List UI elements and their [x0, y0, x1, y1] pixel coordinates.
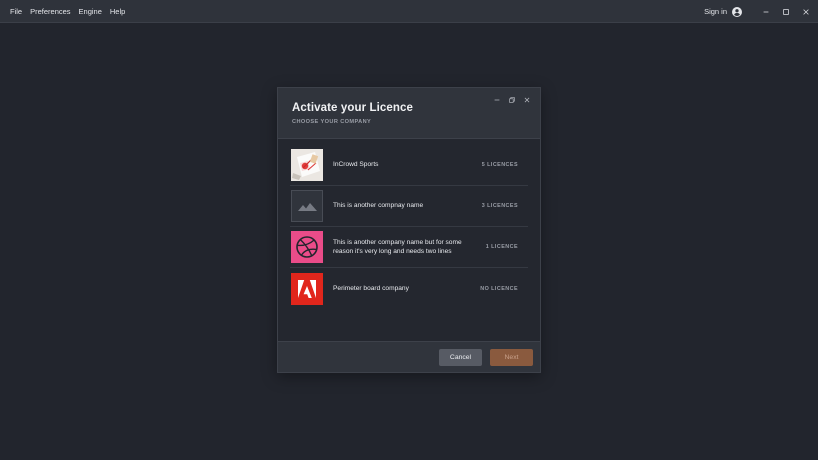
- company-name: InCrowd Sports: [333, 161, 379, 169]
- company-row-another-company[interactable]: This is another compnay name 3 LICENCES: [290, 186, 528, 227]
- menu-items: File Preferences Engine Help: [0, 7, 133, 16]
- cancel-button[interactable]: Cancel: [439, 349, 482, 366]
- minimize-icon[interactable]: [756, 0, 776, 23]
- incrowd-sports-logo: [291, 149, 323, 181]
- licence-count: NO LICENCE: [480, 285, 518, 292]
- dialog-header: Activate your Licence CHOOSE YOUR COMPAN…: [278, 88, 540, 139]
- company-row-long-name[interactable]: This is another company name but for som…: [290, 227, 528, 268]
- licence-count: 3 LICENCES: [481, 203, 518, 209]
- dialog-minimize-icon[interactable]: [489, 94, 504, 105]
- company-row-perimeter-board[interactable]: Perimeter board company NO LICENCE: [290, 268, 528, 309]
- menu-file[interactable]: File: [10, 7, 22, 16]
- dialog-window-controls: [489, 94, 534, 105]
- next-button[interactable]: Next: [490, 349, 533, 366]
- licence-count: 5 LICENCES: [481, 162, 518, 168]
- menu-engine[interactable]: Engine: [79, 7, 102, 16]
- adobe-logo: [291, 272, 323, 305]
- dialog-subtitle: CHOOSE YOUR COMPANY: [292, 119, 372, 125]
- dialog-close-icon[interactable]: [519, 94, 534, 105]
- dialog-restore-icon[interactable]: [504, 94, 519, 105]
- menu-right: Sign in: [704, 0, 818, 23]
- close-icon[interactable]: [796, 0, 816, 23]
- menu-bar: File Preferences Engine Help Sign in: [0, 0, 818, 23]
- menu-preferences[interactable]: Preferences: [30, 7, 70, 16]
- company-name: Perimeter board company: [333, 284, 409, 292]
- company-name: This is another compnay name: [333, 202, 424, 210]
- dialog-footer: Cancel Next: [278, 341, 540, 372]
- image-placeholder-icon: [291, 190, 323, 222]
- activate-licence-dialog: Activate your Licence CHOOSE YOUR COMPAN…: [277, 87, 541, 373]
- company-name: This is another company name but for som…: [333, 238, 462, 256]
- dialog-title: Activate your Licence: [292, 102, 413, 114]
- sign-in-label: Sign in: [704, 7, 727, 16]
- company-list: InCrowd Sports 5 LICENCES This is anothe…: [278, 145, 540, 309]
- dribbble-logo: [291, 231, 323, 263]
- window-controls: [756, 0, 816, 23]
- maximize-icon[interactable]: [776, 0, 796, 23]
- sign-in-button[interactable]: Sign in: [704, 6, 742, 17]
- company-row-incrowd-sports[interactable]: InCrowd Sports 5 LICENCES: [290, 145, 528, 186]
- account-circle-icon: [732, 6, 742, 17]
- licence-count: 1 LICENCE: [485, 244, 518, 250]
- menu-help[interactable]: Help: [110, 7, 125, 16]
